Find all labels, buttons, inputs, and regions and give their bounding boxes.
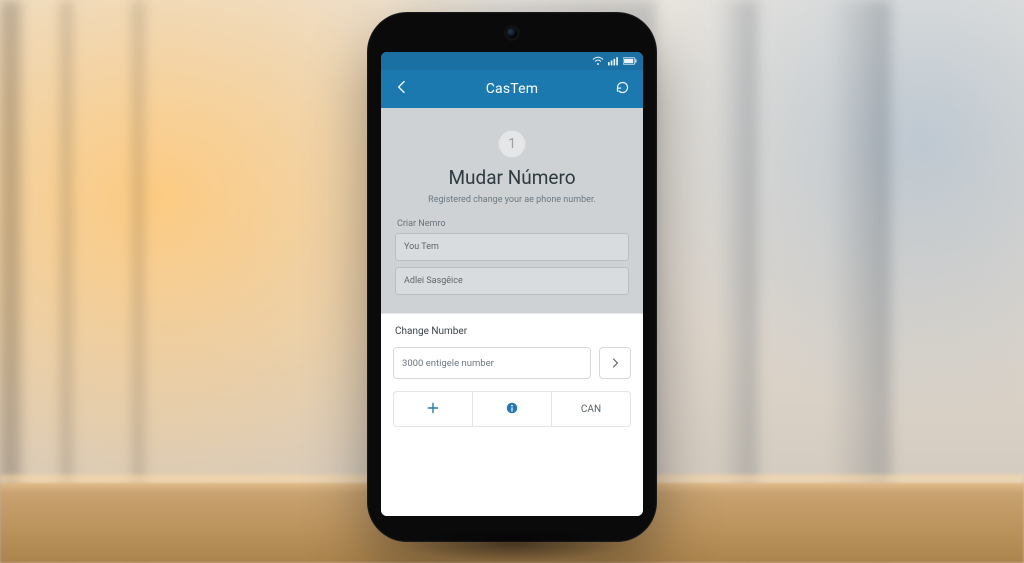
wifi-icon: [592, 56, 604, 66]
status-bar: [381, 52, 643, 70]
input-criar-value: You Tem: [404, 242, 439, 252]
number-input[interactable]: 3000 entigele number: [393, 347, 591, 379]
add-button[interactable]: [394, 392, 473, 426]
appbar-title: CasTem: [486, 81, 539, 97]
back-button[interactable]: [391, 78, 413, 100]
step-badge: 1: [498, 130, 526, 158]
battery-icon: [623, 56, 637, 66]
phone-frame: CasTem 1 Mudar Número Registered change …: [367, 12, 657, 542]
can-button[interactable]: CAN: [552, 392, 630, 426]
page-subtitle: Registered change your ae phone number.: [395, 195, 629, 205]
number-input-placeholder: 3000 entigele number: [402, 358, 494, 369]
next-button[interactable]: [599, 347, 631, 379]
action-row: CAN: [393, 391, 631, 427]
change-number-label: Change Number: [395, 326, 629, 337]
bottom-sheet: Change Number 3000 entigele number: [381, 313, 643, 516]
form-area: 1 Mudar Número Registered change your ae…: [381, 108, 643, 313]
app-bar: CasTem: [381, 70, 643, 108]
arrow-left-icon: [394, 79, 410, 99]
front-camera: [507, 28, 517, 38]
chevron-right-icon: [609, 354, 621, 373]
phone-screen: CasTem 1 Mudar Número Registered change …: [381, 52, 643, 516]
plus-icon: [426, 401, 440, 418]
refresh-icon: [615, 80, 630, 99]
signal-icon: [608, 56, 619, 66]
info-icon: [505, 401, 519, 418]
info-button[interactable]: [473, 392, 552, 426]
can-button-label: CAN: [581, 404, 601, 415]
page-title: Mudar Número: [395, 166, 629, 189]
scene-background: CasTem 1 Mudar Número Registered change …: [0, 0, 1024, 563]
input-second-value: Adlei Sasgêice: [404, 276, 463, 286]
input-criar[interactable]: You Tem: [395, 233, 629, 261]
input-second[interactable]: Adlei Sasgêice: [395, 267, 629, 295]
refresh-button[interactable]: [611, 78, 633, 100]
field-label-criar: Criar Nemro: [397, 219, 627, 229]
